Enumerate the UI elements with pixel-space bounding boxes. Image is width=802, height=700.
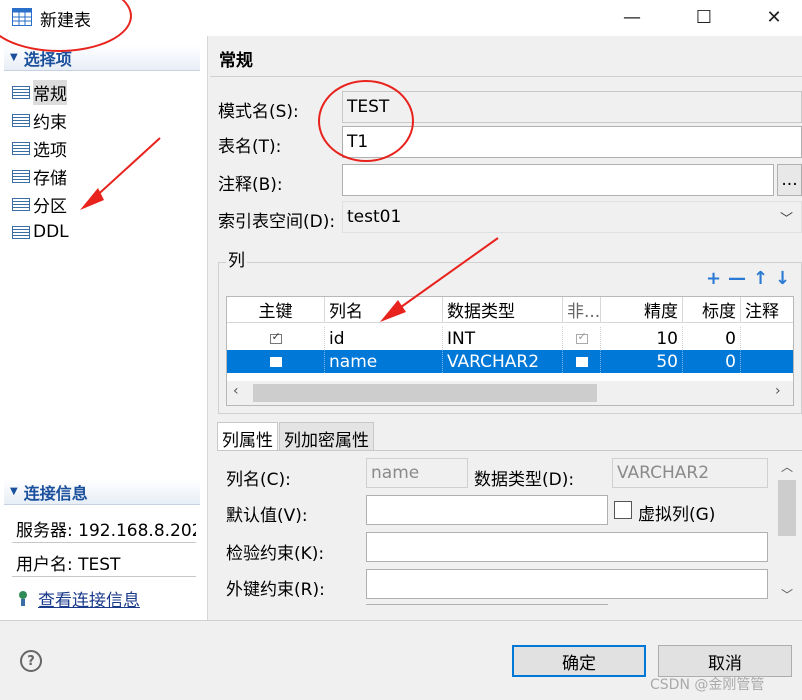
annotation-arrowhead xyxy=(380,300,406,322)
annotation-arrow xyxy=(393,237,499,313)
annotation-arrow xyxy=(91,137,161,201)
annotation-arrows xyxy=(80,137,499,322)
